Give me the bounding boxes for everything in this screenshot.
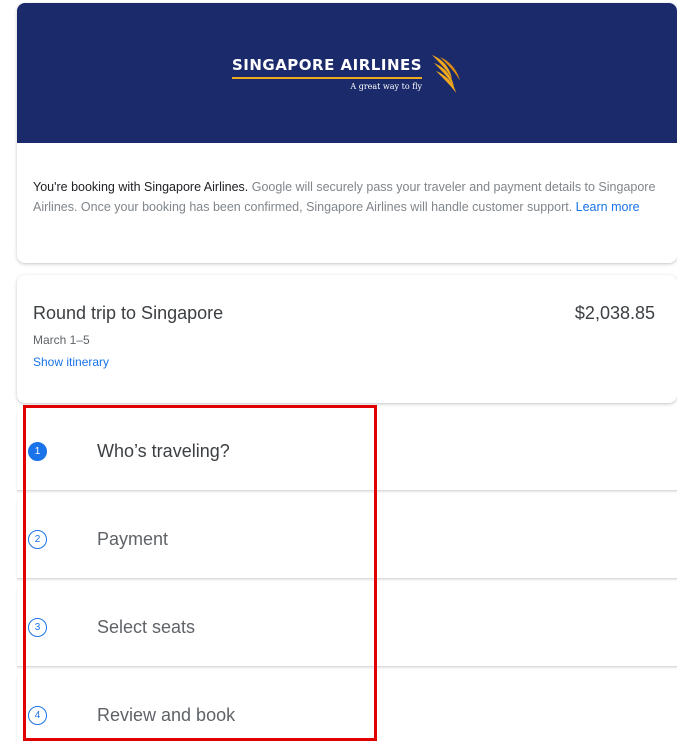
trip-title: Round trip to Singapore [33,303,224,323]
step-label: Select seats [97,617,196,637]
step-label: Payment [97,529,169,549]
booking-page: SINGAPORE AIRLINES A great way to fly Yo… [0,0,677,744]
trip-summary-card: Round trip to Singapore $2,038.85 March … [17,275,677,403]
step-payment[interactable]: 2 Payment [17,500,677,579]
step-whos-traveling[interactable]: 1 Who’s traveling? [17,412,677,491]
trip-price: $2,038.85 [574,303,655,323]
booking-info-text: You're booking with Singapore Airlines. … [17,143,677,217]
booking-info-lead: You're booking with Singapore Airlines. [33,180,249,194]
step-number-4: 4 [28,706,47,725]
airline-tagline: A great way to fly [350,81,423,91]
learn-more-link[interactable]: Learn more [576,200,640,214]
show-itinerary-link[interactable]: Show itinerary [33,355,109,369]
step-label: Who’s traveling? [97,441,230,461]
singapore-airlines-bird-logo-icon [432,55,461,93]
airline-banner: SINGAPORE AIRLINES A great way to fly [17,3,677,143]
booking-steps: 1 Who’s traveling? 2 Payment 3 Select se… [17,412,677,744]
airline-name: SINGAPORE AIRLINES [231,56,423,79]
airline-header-card: SINGAPORE AIRLINES A great way to fly Yo… [17,3,677,263]
step-label: Review and book [97,705,236,725]
step-number-3: 3 [28,618,47,637]
step-select-seats[interactable]: 3 Select seats [17,588,677,667]
trip-dates: March 1–5 [33,333,90,347]
step-number-2: 2 [28,530,47,549]
step-number-1: 1 [28,442,47,461]
airline-logo: SINGAPORE AIRLINES A great way to fly [231,51,462,95]
step-review-and-book[interactable]: 4 Review and book [17,676,677,744]
